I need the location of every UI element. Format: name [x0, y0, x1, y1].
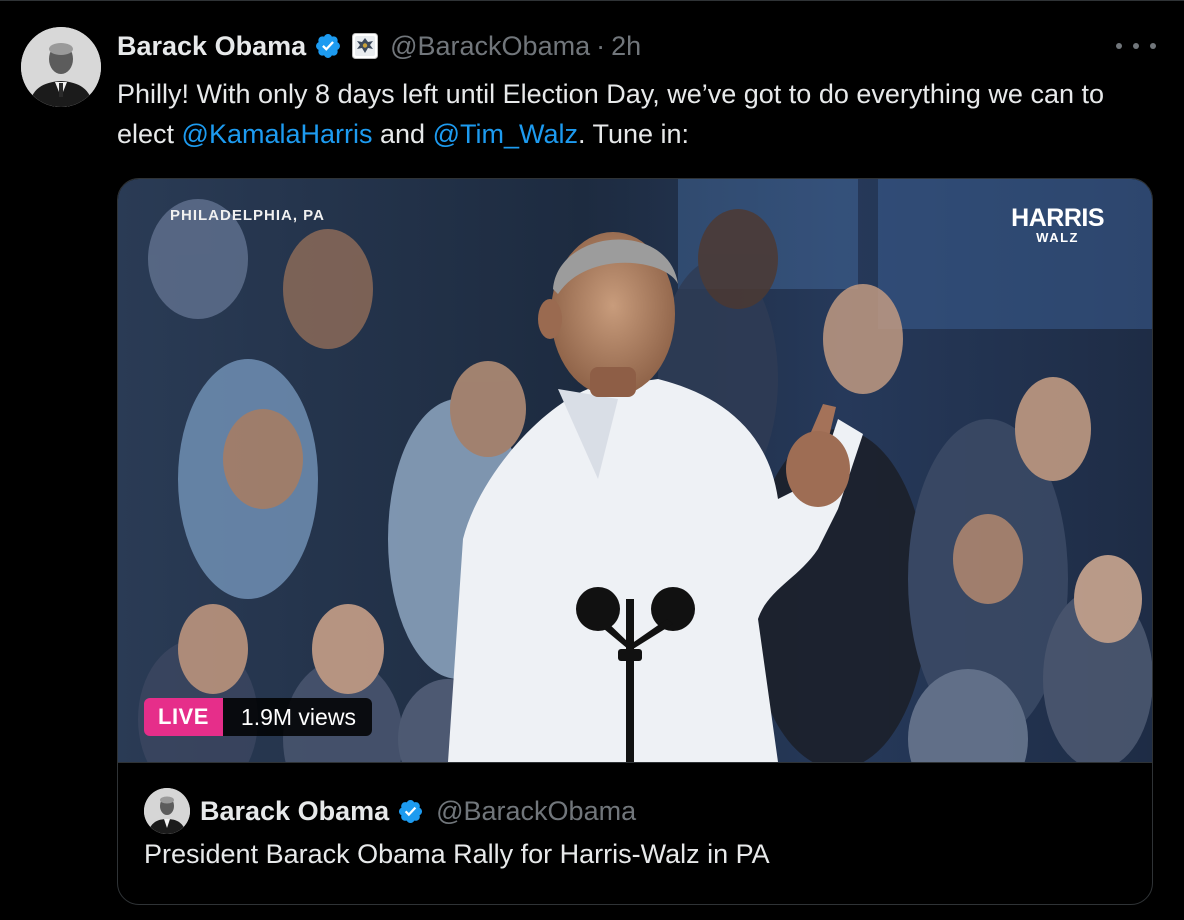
- quoted-verified-badge-icon: [399, 799, 423, 823]
- video-location-caption: PHILADELPHIA, PA: [170, 207, 325, 224]
- separator-dot: ·: [596, 30, 606, 61]
- card-divider: [118, 762, 1152, 763]
- quoted-header: Barack Obama @BarackObama: [144, 787, 636, 835]
- logo-line-2: WALZ: [1036, 230, 1079, 245]
- timestamp[interactable]: 2h: [611, 31, 641, 62]
- mention-kamalaharris[interactable]: @KamalaHarris: [182, 119, 373, 149]
- tweet-text: Philly! With only 8 days left until Elec…: [117, 74, 1167, 154]
- video-player[interactable]: PHILADELPHIA, PA HARRIS WALZ LIVE 1.9M v…: [118, 179, 1152, 762]
- live-badge: LIVE: [144, 698, 223, 736]
- quoted-author-name[interactable]: Barack Obama: [200, 796, 389, 827]
- author-handle[interactable]: @BarackObama: [390, 31, 590, 62]
- quote-card[interactable]: PHILADELPHIA, PA HARRIS WALZ LIVE 1.9M v…: [117, 178, 1153, 905]
- view-count: 1.9M views: [222, 698, 372, 736]
- author-avatar[interactable]: [21, 27, 101, 107]
- tweet-text-part-3: . Tune in:: [577, 119, 690, 149]
- quoted-broadcast-title[interactable]: President Barack Obama Rally for Harris-…: [144, 839, 770, 870]
- video-frame: [118, 179, 1152, 762]
- tweet-text-part-2: and: [372, 119, 433, 149]
- mention-tim-walz[interactable]: @Tim_Walz: [433, 119, 578, 149]
- logo-line-1: HARRIS: [1011, 204, 1104, 232]
- harris-walz-logo: HARRIS WALZ: [1011, 205, 1104, 245]
- quoted-author-handle[interactable]: @BarackObama: [436, 796, 636, 827]
- tweet-header: Barack Obama @BarackObama · 2h: [117, 26, 641, 66]
- verified-badge-icon[interactable]: [314, 32, 342, 60]
- author-name[interactable]: Barack Obama: [117, 31, 306, 62]
- top-divider: [0, 0, 1184, 1]
- government-seal-icon[interactable]: [352, 33, 379, 59]
- live-status: LIVE 1.9M views: [144, 698, 372, 736]
- quoted-author-avatar[interactable]: [144, 788, 190, 834]
- more-dots-icon[interactable]: [1116, 34, 1156, 58]
